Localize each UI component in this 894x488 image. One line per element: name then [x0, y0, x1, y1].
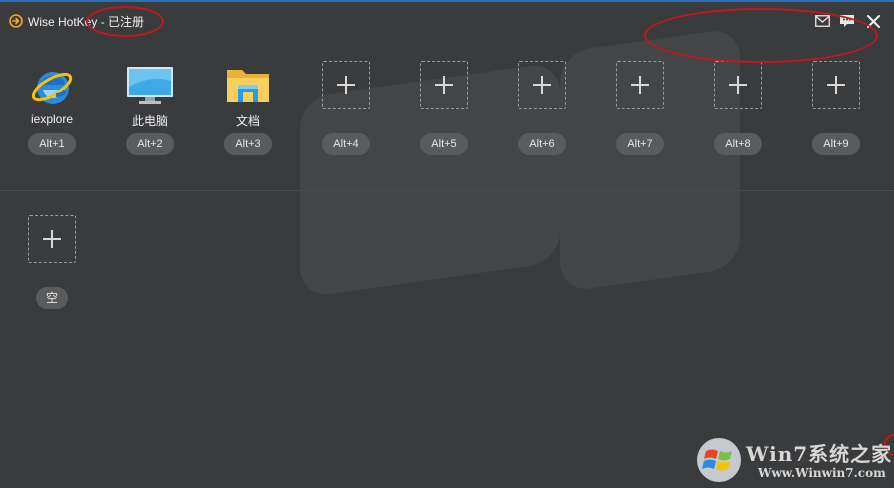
add-hotkey-button[interactable]: [714, 61, 762, 109]
add-hotkey-button[interactable]: [812, 61, 860, 109]
hotkey-shortcut-pill[interactable]: 空: [36, 287, 68, 309]
app-logo-icon: [9, 14, 23, 28]
plus-icon: [43, 230, 61, 248]
hotkey-label: iexplore: [30, 112, 74, 126]
plus-icon: [435, 76, 453, 94]
windows-logo-icon: [697, 438, 741, 482]
hotkey-label: 此电脑: [131, 114, 168, 128]
annotation-ellipse-title: [86, 6, 164, 37]
plus-icon: [827, 76, 845, 94]
plus-icon: [631, 76, 649, 94]
plus-icon: [533, 76, 551, 94]
watermark-brand: Win7系统之家: [746, 442, 893, 466]
site-watermark: Win7系统之家 Www.Winwin7.com: [696, 436, 891, 484]
folder-icon: [227, 70, 269, 102]
hotkey-shortcut-pill[interactable]: Alt+6: [518, 133, 566, 155]
computer-monitor-icon: [127, 67, 173, 104]
hotkey-label: 文档: [235, 114, 260, 128]
wise-hotkey-window: Wise HotKey - 已注册 iexplore Alt+1 此电脑 Alt…: [0, 0, 894, 488]
hotkey-shortcut-pill[interactable]: Alt+2: [126, 133, 174, 155]
hotkey-shortcut-pill[interactable]: Alt+7: [616, 133, 664, 155]
hotkey-slot-empty[interactable]: 空: [22, 215, 82, 315]
hotkey-shortcut-pill[interactable]: Alt+4: [322, 133, 370, 155]
hotkey-shortcut-pill[interactable]: Alt+9: [812, 133, 860, 155]
hotkey-shortcut-pill[interactable]: Alt+5: [420, 133, 468, 155]
add-hotkey-button[interactable]: [616, 61, 664, 109]
row-divider: [0, 190, 894, 191]
internet-explorer-icon: [31, 72, 73, 104]
plus-icon: [729, 76, 747, 94]
plus-icon: [337, 76, 355, 94]
add-hotkey-button[interactable]: [420, 61, 468, 109]
annotation-ellipse-toolbar: [644, 8, 878, 63]
hotkey-shortcut-pill[interactable]: Alt+1: [28, 133, 76, 155]
watermark-url: Www.Winwin7.com: [758, 466, 886, 480]
add-hotkey-button[interactable]: [322, 61, 370, 109]
hotkey-row-1: iexplore Alt+1 此电脑 Alt+2 文档 Alt+3 Alt+4 …: [0, 61, 894, 161]
hotkey-shortcut-pill[interactable]: Alt+8: [714, 133, 762, 155]
hotkey-shortcut-pill[interactable]: Alt+3: [224, 133, 272, 155]
add-hotkey-button[interactable]: [518, 61, 566, 109]
add-hotkey-button[interactable]: [28, 215, 76, 263]
